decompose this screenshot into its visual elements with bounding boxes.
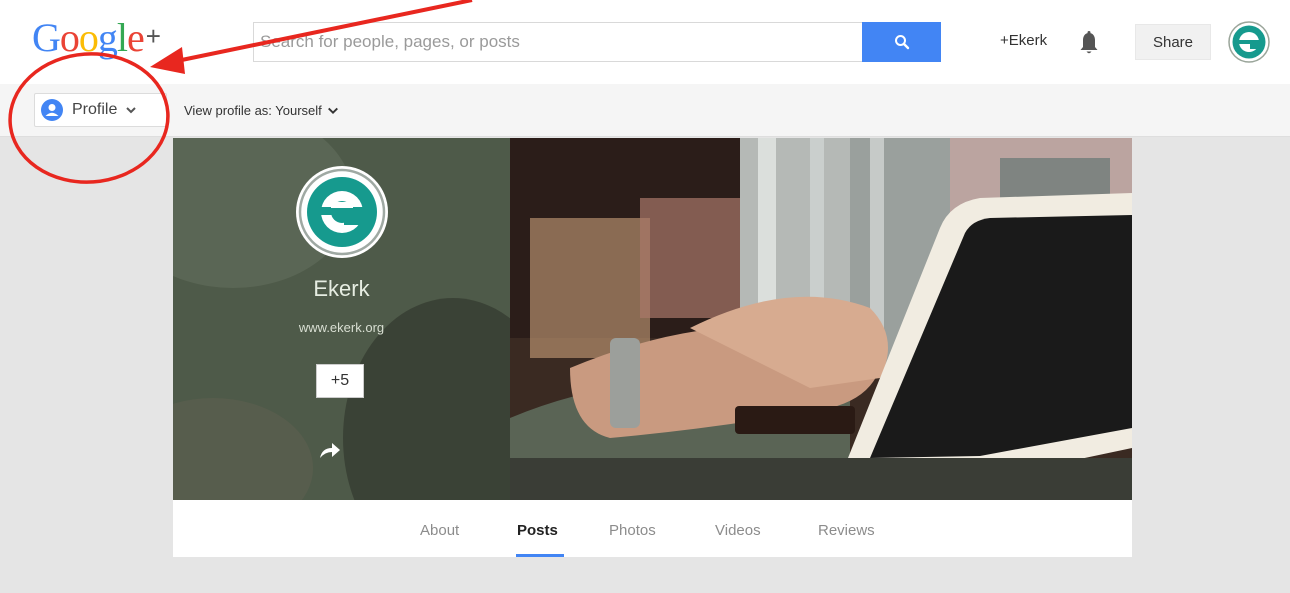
share-arrow-icon[interactable] — [316, 438, 342, 462]
google-plus-logo[interactable]: Google+ — [32, 14, 161, 60]
profile-avatar-e-icon[interactable] — [295, 165, 389, 259]
profile-menu-button[interactable]: Profile — [34, 93, 167, 127]
tab-videos[interactable]: Videos — [715, 522, 761, 539]
cover-photo-artwork — [510, 138, 1132, 500]
logo-letter-o2: o — [78, 15, 99, 60]
profile-tabs: About Posts Photos Videos Reviews — [173, 500, 1132, 557]
tab-about[interactable]: About — [420, 522, 459, 539]
view-profile-as-label: View profile as: Yourself — [184, 103, 322, 118]
search-button[interactable] — [862, 22, 941, 62]
chevron-down-icon — [126, 107, 137, 114]
tab-photos[interactable]: Photos — [609, 522, 656, 539]
tab-posts[interactable]: Posts — [517, 522, 558, 539]
profile-subbar: Profile View profile as: Yourself — [0, 84, 1290, 137]
logo-plus: + — [145, 21, 161, 51]
share-button[interactable]: Share — [1135, 24, 1211, 60]
tab-reviews[interactable]: Reviews — [818, 522, 875, 539]
user-profile-link[interactable]: +Ekerk — [1000, 32, 1047, 49]
search-icon — [894, 35, 909, 50]
search-box — [253, 22, 941, 62]
account-avatar[interactable] — [1228, 21, 1270, 63]
top-bar: Google+ +Ekerk Share — [0, 0, 1290, 84]
profile-name: Ekerk — [313, 276, 370, 301]
bell-icon[interactable] — [1078, 30, 1100, 56]
search-input[interactable] — [260, 23, 860, 61]
profile-menu-label: Profile — [72, 101, 118, 118]
logo-letter-g2: g — [97, 15, 118, 60]
logo-letter-e: e — [127, 15, 145, 60]
logo-letter-o1: o — [59, 15, 80, 60]
active-tab-indicator — [516, 554, 564, 557]
chevron-down-icon — [327, 107, 338, 114]
profile-website[interactable]: www.ekerk.org — [173, 320, 510, 335]
cover-photo-main — [510, 138, 1132, 500]
logo-letter-l: l — [116, 15, 128, 60]
person-icon — [41, 99, 63, 121]
plus-one-button[interactable]: +5 — [316, 364, 364, 398]
logo-letter-g: G — [32, 15, 61, 60]
view-profile-as-dropdown[interactable]: View profile as: Yourself — [184, 103, 339, 118]
